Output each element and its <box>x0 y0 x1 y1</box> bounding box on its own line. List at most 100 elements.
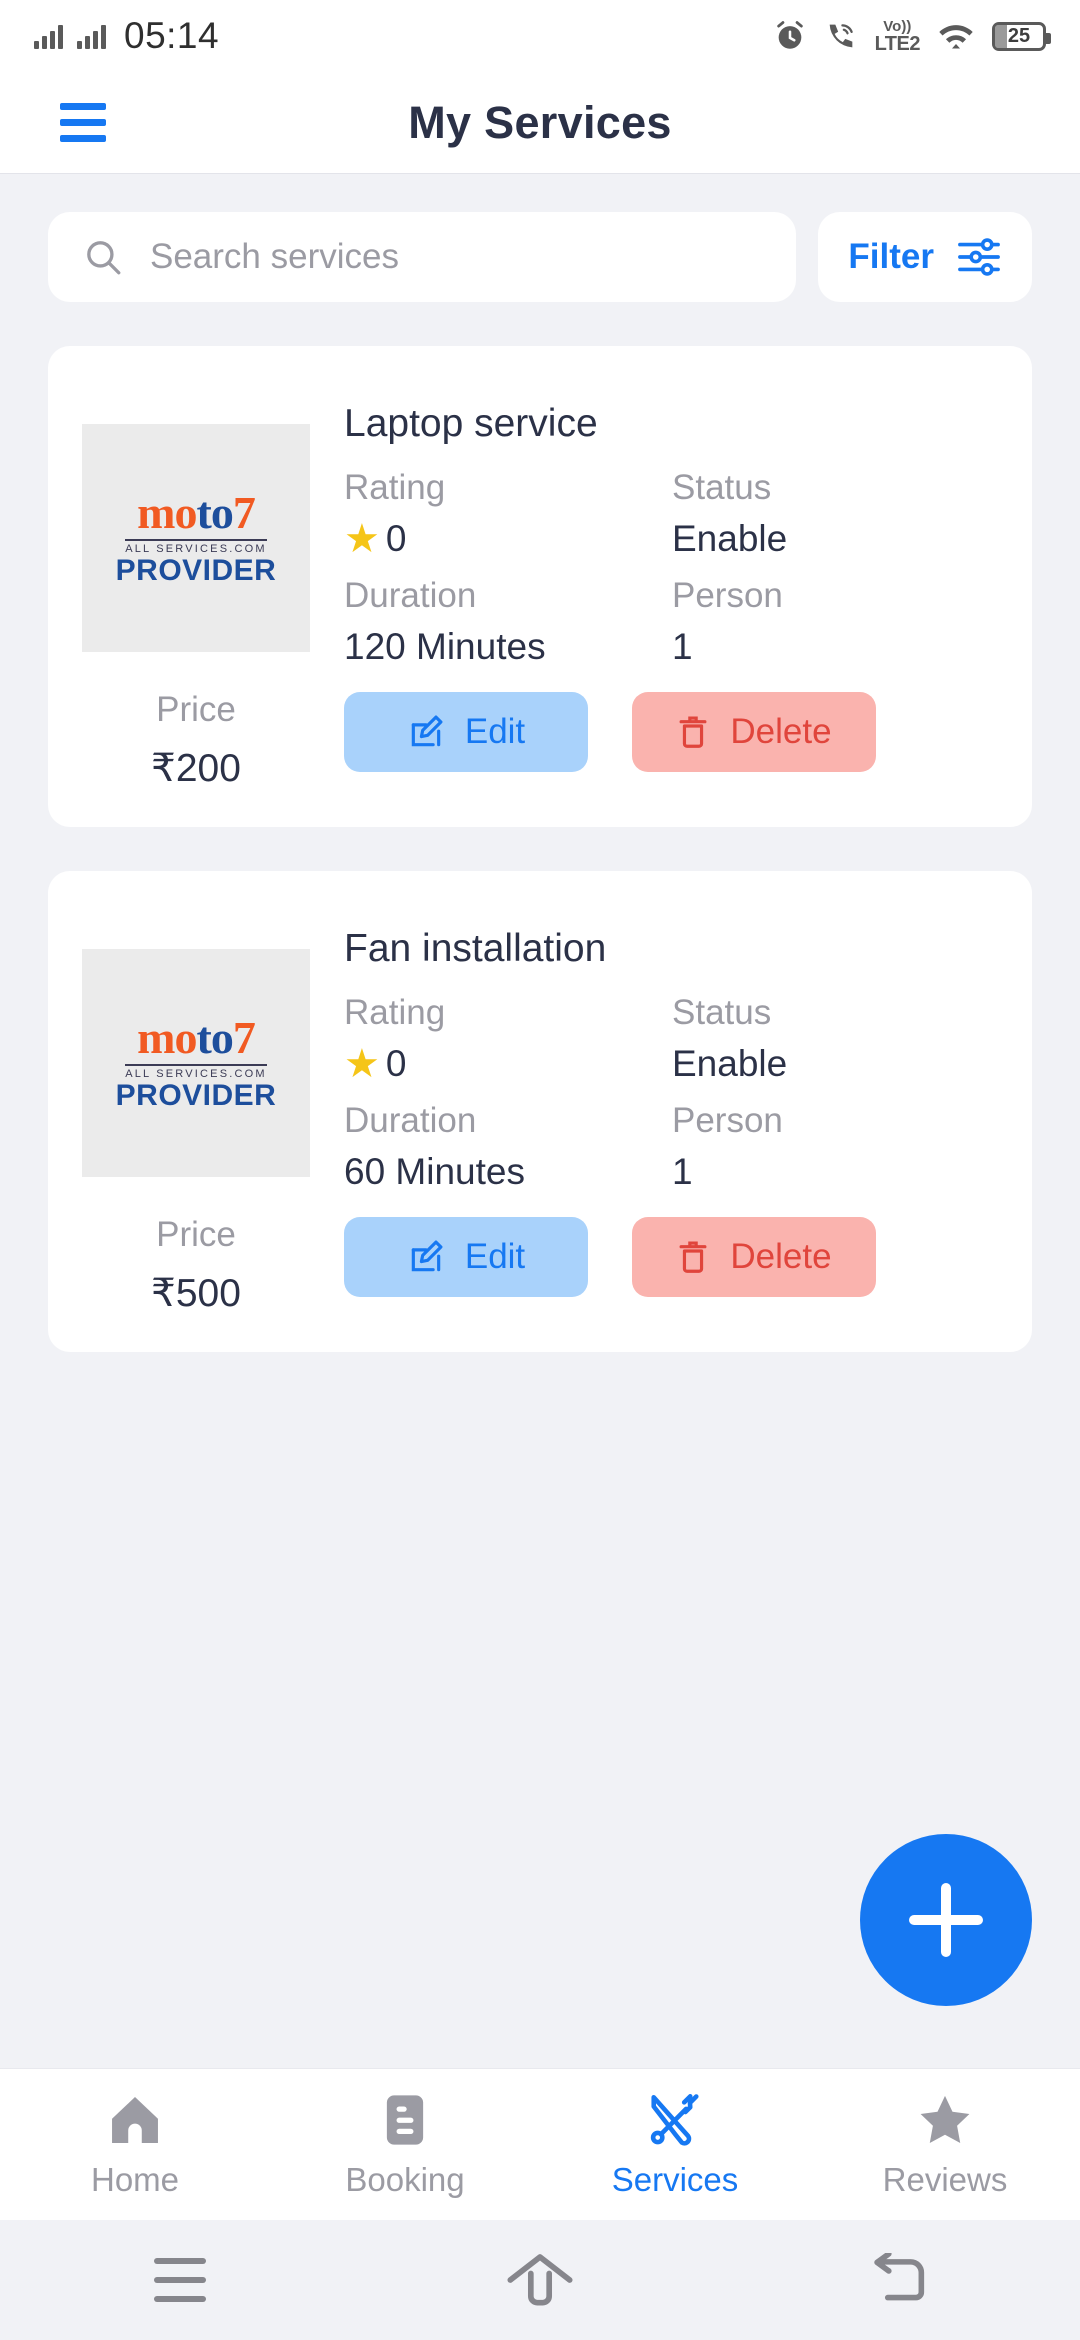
rating-value-row: ★ 0 <box>344 1043 672 1085</box>
rating-label: Rating <box>344 468 446 507</box>
logo-part2: to <box>196 486 234 538</box>
status-value: Enable <box>672 518 788 559</box>
status-value: Enable <box>672 1043 788 1084</box>
price-value: ₹200 <box>151 747 241 790</box>
logo-part1: mo <box>137 486 197 538</box>
service-actions: Edit Delete <box>344 1217 1000 1297</box>
star-icon: ★ <box>344 1042 380 1086</box>
service-logo: moto7 ALL SERVICES.COM PROVIDER <box>82 949 310 1177</box>
star-icon: ★ <box>344 517 380 561</box>
duration-label: Duration <box>344 1101 477 1140</box>
volte-bottom-label: LTE2 <box>874 32 921 55</box>
status-bar-right: Vo)) LTE2 25 <box>773 17 1051 55</box>
wifi-icon <box>939 25 973 49</box>
logo-part3: 7 <box>232 486 256 538</box>
service-card[interactable]: moto7 ALL SERVICES.COM PROVIDER Price ₹2… <box>48 346 1032 827</box>
person-value: 1 <box>672 626 693 667</box>
service-title: Fan installation <box>344 927 607 970</box>
rating-value: 0 <box>385 518 407 559</box>
field-person: Person 1 <box>672 576 1000 668</box>
system-home-button[interactable] <box>360 2253 720 2307</box>
trash-icon <box>679 716 707 748</box>
search-placeholder: Search services <box>150 237 399 276</box>
delete-button[interactable]: Delete <box>632 1217 876 1297</box>
service-fields: Rating ★ 0 Status Enable Duration <box>344 993 1000 1209</box>
service-card-body: moto7 ALL SERVICES.COM PROVIDER Price ₹5… <box>80 899 1000 1316</box>
service-card[interactable]: moto7 ALL SERVICES.COM PROVIDER Price ₹5… <box>48 871 1032 1352</box>
status-bar-left: 05:14 <box>34 15 219 57</box>
volte-top-label: Vo)) <box>883 17 912 35</box>
delete-button[interactable]: Delete <box>632 692 876 772</box>
edit-icon <box>411 1240 443 1272</box>
nav-item-reviews[interactable]: Reviews <box>810 2091 1080 2199</box>
person-value: 1 <box>672 1151 693 1192</box>
rating-label: Rating <box>344 993 446 1032</box>
person-label: Person <box>672 576 783 615</box>
search-row: Search services Filter <box>0 174 1080 302</box>
system-navigation-bar <box>0 2220 1080 2340</box>
status-label: Status <box>672 993 772 1032</box>
service-card-body: moto7 ALL SERVICES.COM PROVIDER Price ₹2… <box>80 374 1000 791</box>
service-card-right: Fan installation Rating ★ 0 Status Enabl… <box>312 899 1000 1316</box>
logo-tagline: ALL SERVICES.COM <box>125 1063 267 1080</box>
filter-label: Filter <box>848 237 934 276</box>
nav-item-services[interactable]: Services <box>540 2091 810 2199</box>
trash-icon <box>679 1241 707 1273</box>
edit-label: Edit <box>464 712 526 751</box>
recents-icon <box>154 2258 206 2302</box>
add-service-button[interactable] <box>860 1834 1032 2006</box>
hamburger-menu-icon[interactable] <box>60 103 106 142</box>
bottom-navigation: Home Booking Services Reviews <box>0 2068 1080 2220</box>
plus-icon <box>909 1883 983 1957</box>
nav-label-booking: Booking <box>345 2160 465 2198</box>
nav-item-home[interactable]: Home <box>0 2091 270 2199</box>
system-home-icon <box>507 2254 573 2306</box>
delete-label: Delete <box>730 1237 832 1276</box>
edit-button[interactable]: Edit <box>344 1217 588 1297</box>
edit-button[interactable]: Edit <box>344 692 588 772</box>
field-status: Status Enable <box>672 468 1000 560</box>
volte-icon: Vo)) LTE2 <box>874 17 921 55</box>
star-icon <box>920 2095 970 2143</box>
logo-wordmark: moto7 <box>137 1011 256 1063</box>
system-recents-button[interactable] <box>0 2258 360 2302</box>
field-rating: Rating ★ 0 <box>344 993 672 1085</box>
phone-screen: 05:14 Vo)) LTE2 25 My Services Search se… <box>0 0 1080 2340</box>
sliders-icon <box>958 238 1000 276</box>
person-label: Person <box>672 1101 783 1140</box>
status-bar-clock: 05:14 <box>124 15 220 56</box>
edit-label: Edit <box>464 1237 526 1276</box>
service-card-left: moto7 ALL SERVICES.COM PROVIDER Price ₹2… <box>80 374 312 791</box>
field-rating: Rating ★ 0 <box>344 468 672 560</box>
logo-subtitle: PROVIDER <box>115 553 277 587</box>
service-title: Laptop service <box>344 402 598 445</box>
document-icon <box>386 2094 424 2145</box>
price-label: Price <box>156 1215 236 1254</box>
field-duration: Duration 60 Minutes <box>344 1101 672 1193</box>
status-bar: 05:14 Vo)) LTE2 25 <box>0 0 1080 72</box>
service-card-left: moto7 ALL SERVICES.COM PROVIDER Price ₹5… <box>80 899 312 1316</box>
filter-button[interactable]: Filter <box>818 212 1032 302</box>
system-back-button[interactable] <box>720 2253 1080 2307</box>
tools-icon <box>650 2093 699 2146</box>
logo-tagline: ALL SERVICES.COM <box>125 538 267 555</box>
duration-label: Duration <box>344 576 477 615</box>
logo-part1: mo <box>137 1011 197 1063</box>
nav-item-booking[interactable]: Booking <box>270 2091 540 2199</box>
price-label: Price <box>156 690 236 729</box>
service-fields: Rating ★ 0 Status Enable Duration <box>344 468 1000 684</box>
battery-percent-label: 25 <box>1007 24 1031 47</box>
field-person: Person 1 <box>672 1101 1000 1193</box>
service-card-right: Laptop service Rating ★ 0 Status Enable <box>312 374 1000 791</box>
logo-part3: 7 <box>232 1011 256 1063</box>
signal-bars-sim1-icon <box>34 23 63 49</box>
field-status: Status Enable <box>672 993 1000 1085</box>
edit-icon <box>411 715 443 747</box>
signal-bars-sim2-icon <box>77 23 106 49</box>
nav-label-services: Services <box>611 2160 739 2198</box>
duration-value: 60 Minutes <box>344 1151 525 1192</box>
search-input[interactable]: Search services <box>48 212 797 302</box>
rating-value: 0 <box>385 1043 407 1084</box>
duration-value: 120 Minutes <box>344 626 546 667</box>
content-area: Search services Filter moto7 ALL SERVICE… <box>0 174 1080 2068</box>
